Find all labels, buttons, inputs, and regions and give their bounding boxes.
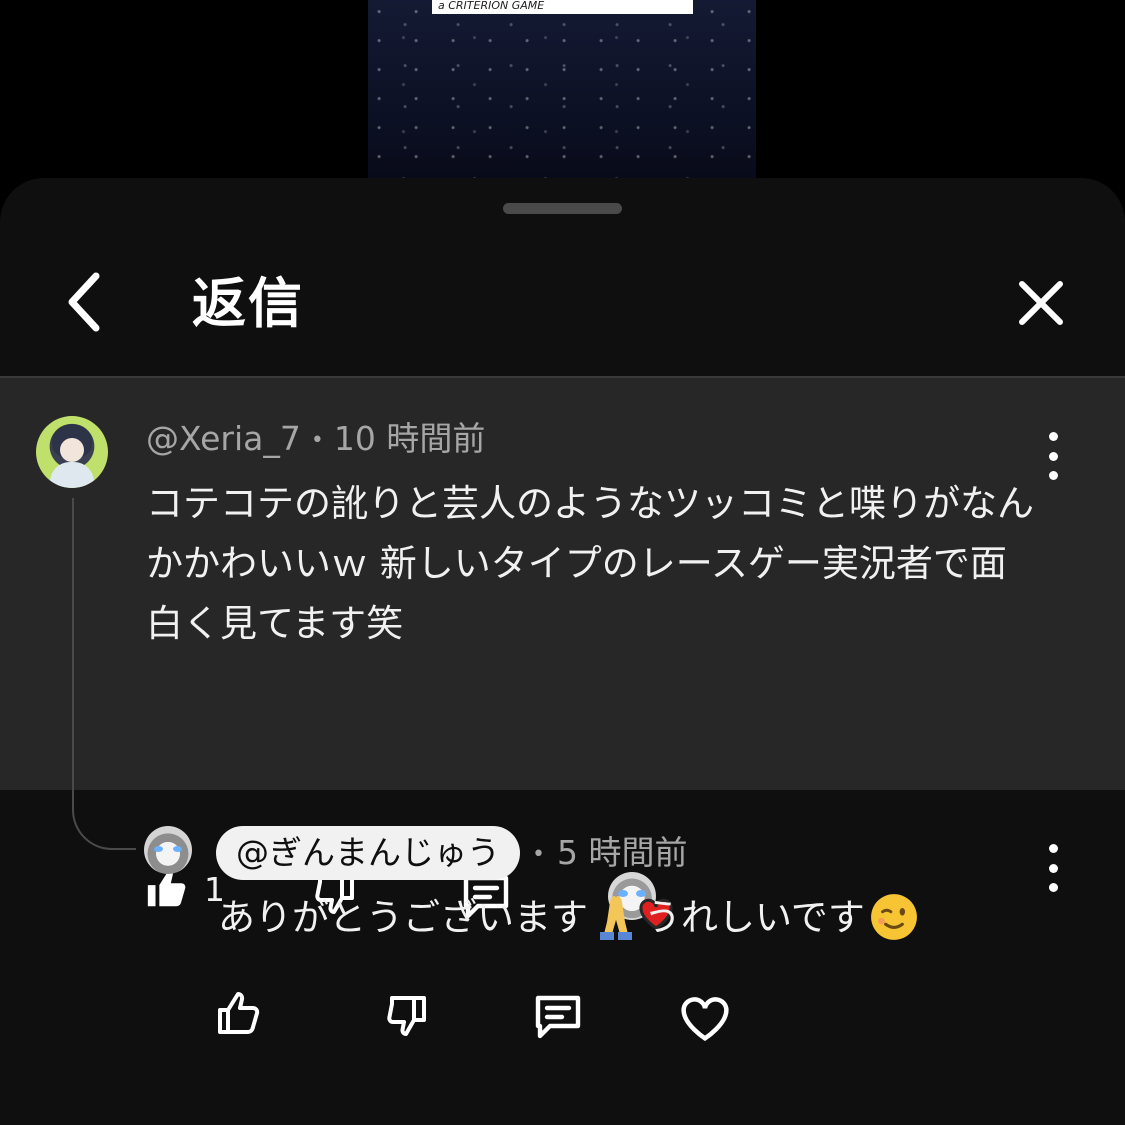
- avatar[interactable]: [144, 826, 192, 874]
- main-comment: @Xeria_7 • 10 時間前 コテコテの訛りと芸人のようなツッコミと喋りがなん…: [0, 378, 1125, 930]
- reply-text-part2: うれしいです: [644, 896, 865, 939]
- reply-author[interactable]: @ぎんまんじゅう: [216, 826, 520, 880]
- like-button[interactable]: [216, 990, 264, 1038]
- chevron-left-icon: [68, 272, 100, 332]
- close-button[interactable]: [1012, 274, 1070, 332]
- comment-text: コテコテの訛りと芸人のようなツッコミと喋りがなんかかわいいｗ 新しいタイプのレー…: [146, 482, 1034, 645]
- reply-text: ありがとうございます うれしいです: [218, 888, 919, 948]
- video-thumbnail: a CRITERION GAME: [368, 0, 756, 200]
- more-options-button[interactable]: [1041, 844, 1065, 892]
- comment-time: 10 時間前: [333, 419, 486, 458]
- heart-button[interactable]: [678, 992, 732, 1042]
- avatar[interactable]: [36, 416, 108, 488]
- reply-text-part1: ありがとうございます: [218, 896, 588, 939]
- reply-button[interactable]: [532, 992, 584, 1042]
- close-icon: [1019, 281, 1063, 325]
- thumbs-down-icon: [387, 996, 426, 1036]
- heart-icon: [681, 997, 729, 1042]
- comment-meta: @Xeria_7 • 10 時間前: [146, 419, 486, 458]
- more-vertical-icon: [1048, 432, 1058, 441]
- reply-time: 5 時間前: [556, 833, 688, 872]
- comment-icon: [535, 995, 581, 1039]
- video-caption: a CRITERION GAME: [432, 0, 693, 14]
- comment-author[interactable]: @Xeria_7: [146, 419, 301, 458]
- winking-face-icon: [870, 894, 917, 940]
- page-title: 返信: [192, 272, 304, 335]
- back-button[interactable]: [52, 270, 116, 334]
- dislike-button[interactable]: [384, 992, 432, 1040]
- reply-comment: @ぎんまんじゅう • 5 時間前 ありがとうございます うれしいです: [0, 790, 1125, 1125]
- reply-meta: • 5 時間前: [532, 833, 688, 872]
- thumbs-up-icon: [218, 992, 260, 1034]
- folded-hands-icon: [600, 896, 632, 940]
- sheet-header: 返信: [0, 238, 1125, 376]
- more-options-button[interactable]: [1041, 432, 1065, 480]
- more-vertical-icon: [1048, 844, 1058, 853]
- drag-handle[interactable]: [503, 203, 622, 214]
